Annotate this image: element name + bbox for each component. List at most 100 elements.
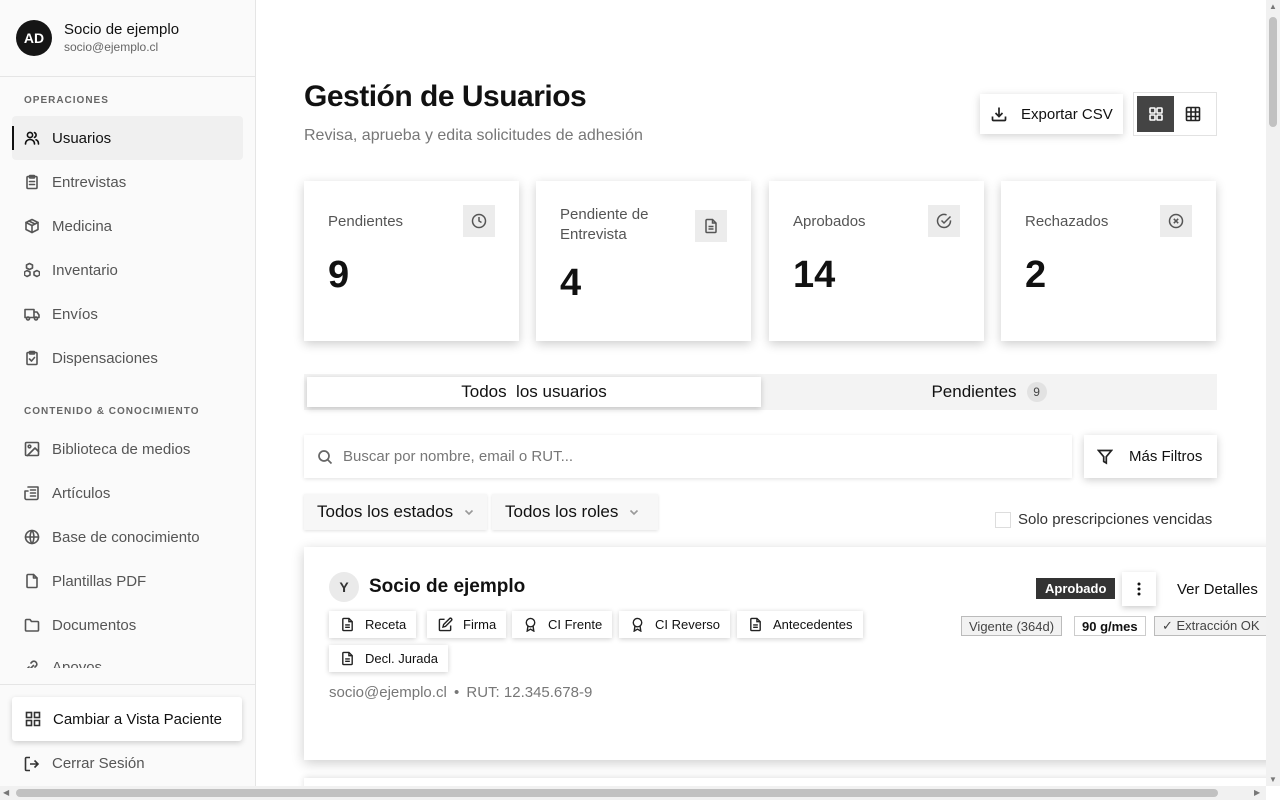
user-email: socio@ejemplo.cl: [329, 684, 447, 701]
status-select[interactable]: Todos los estados: [304, 494, 487, 530]
file-text-icon: [750, 617, 761, 632]
more-vertical-icon: [1137, 582, 1141, 596]
download-icon: [991, 107, 1007, 122]
sidebar-item-documentos[interactable]: Documentos: [12, 603, 243, 647]
role-select-value: Todos los roles: [505, 502, 619, 521]
sidebar-item-inventario[interactable]: Inventario: [12, 248, 243, 292]
tab-pending[interactable]: Pendientes 9: [764, 377, 1214, 407]
sidebar-item-dispensaciones[interactable]: Dispensaciones: [12, 336, 243, 380]
sidebar-item-articulos[interactable]: Artículos: [12, 471, 243, 515]
doc-chip-firma[interactable]: Firma: [427, 611, 507, 638]
switch-view-label: Cambiar a Vista Paciente: [53, 710, 222, 728]
user-tabs: Todos los usuarios Pendientes 9: [304, 374, 1217, 410]
globe-icon: [24, 529, 40, 545]
user-avatar: Y: [329, 572, 359, 602]
scroll-up-arrow-icon[interactable]: ▲: [1269, 2, 1277, 11]
page-subtitle: Revisa, aprueba y edita solicitudes de a…: [304, 127, 643, 144]
main-content: Gestión de Usuarios Revisa, aprueba y ed…: [256, 0, 1266, 786]
edit-icon: [438, 617, 453, 632]
users-icon: [24, 131, 40, 145]
expired-prescriptions-label: Solo prescripciones vencidas: [1018, 511, 1213, 528]
file-text-icon: [705, 218, 717, 234]
stat-label: Pendiente de Entrevista: [560, 206, 649, 243]
doc-chip-ci-reverso[interactable]: CI Reverso: [619, 611, 731, 638]
truck-icon: [24, 308, 40, 321]
profile-name: Socio de ejemplo: [64, 21, 180, 38]
stat-label: Rechazados: [1025, 213, 1109, 230]
boxes-icon: [24, 262, 40, 278]
grid-view-button[interactable]: [1137, 96, 1174, 132]
horizontal-scroll-thumb[interactable]: [16, 789, 1218, 797]
sidebar-item-label: Base de conocimiento: [52, 528, 200, 546]
sidebar-item-apoyos[interactable]: Apoyos: [12, 647, 243, 668]
tab-pending-label: Pendientes: [931, 382, 1017, 401]
logout-label: Cerrar Sesión: [52, 755, 145, 772]
doc-chip-receta[interactable]: Receta: [329, 611, 417, 638]
expired-prescriptions-filter[interactable]: Solo prescripciones vencidas: [995, 511, 1212, 528]
view-details-button[interactable]: Ver Detalles: [1177, 581, 1258, 598]
meta-separator: •: [453, 684, 460, 701]
doc-chip-label: Receta: [365, 617, 407, 632]
table-view-button[interactable]: [1174, 96, 1211, 132]
sidebar-item-label: Plantillas PDF: [52, 572, 147, 590]
sidebar-item-envios[interactable]: Envíos: [12, 292, 243, 336]
logout-button[interactable]: Cerrar Sesión: [24, 755, 145, 772]
stat-card-pendientes: Pendientes 9: [304, 181, 519, 341]
expired-prescriptions-checkbox[interactable]: [995, 511, 1011, 528]
more-filters-label: Más Filtros: [1129, 448, 1203, 465]
more-filters-button[interactable]: Más Filtros: [1084, 435, 1217, 478]
doc-chip-antecedentes[interactable]: Antecedentes: [737, 611, 863, 638]
vertical-scrollbar[interactable]: ▲ ▼: [1266, 0, 1280, 786]
sidebar-item-label: Usuarios: [52, 129, 112, 147]
section-title-operations: OPERACIONES: [24, 95, 109, 106]
sidebar-item-plantillas[interactable]: Plantillas PDF: [12, 559, 243, 603]
monthly-quota-badge: 90 g/mes: [1074, 616, 1146, 636]
sidebar-item-medicina[interactable]: Medicina: [12, 204, 243, 248]
sidebar: AD Socio de ejemplo socio@ejemplo.cl OPE…: [0, 0, 256, 786]
sidebar-item-usuarios[interactable]: Usuarios: [12, 116, 243, 160]
vertical-scroll-thumb[interactable]: [1269, 17, 1277, 127]
user-name: Socio de ejemplo: [369, 576, 526, 597]
doc-chip-label: CI Reverso: [655, 617, 721, 632]
sidebar-item-label: Entrevistas: [52, 173, 127, 191]
sidebar-item-label: Apoyos: [52, 659, 103, 668]
avatar: AD: [16, 20, 52, 56]
check-circle-icon: [936, 213, 952, 229]
switch-view-button[interactable]: Cambiar a Vista Paciente: [12, 697, 242, 741]
chevron-down-icon: [630, 509, 639, 516]
sidebar-item-label: Dispensaciones: [52, 349, 158, 367]
stat-card-rechazados: Rechazados 2: [1001, 181, 1216, 341]
stat-value: 2: [1025, 254, 1047, 296]
role-select[interactable]: Todos los roles: [492, 494, 658, 530]
doc-chip-label: Antecedentes: [773, 617, 853, 632]
file-text-icon: [342, 617, 353, 632]
clipboard-icon: [26, 174, 38, 190]
sidebar-footer: Cambiar a Vista Paciente Cerrar Sesión: [0, 684, 255, 786]
tab-all-users[interactable]: Todos los usuarios: [307, 377, 761, 407]
scroll-left-arrow-icon[interactable]: ◀: [3, 788, 9, 797]
user-rut: RUT: 12.345.678-9: [466, 684, 593, 701]
more-options-button[interactable]: [1122, 572, 1156, 606]
sidebar-item-label: Documentos: [52, 616, 137, 634]
search-input[interactable]: [343, 448, 1043, 465]
scroll-right-arrow-icon[interactable]: ▶: [1254, 788, 1260, 797]
horizontal-scrollbar[interactable]: ◀ ▶: [0, 786, 1266, 800]
page-title: Gestión de Usuarios: [304, 80, 587, 113]
profile-info: Socio de ejemplo socio@ejemplo.cl: [64, 21, 179, 55]
stat-value: 14: [793, 254, 836, 296]
export-csv-button[interactable]: Exportar CSV: [980, 94, 1123, 134]
package-icon: [25, 218, 39, 234]
profile-header[interactable]: AD Socio de ejemplo socio@ejemplo.cl: [0, 0, 255, 77]
sidebar-item-base-conocimiento[interactable]: Base de conocimiento: [12, 515, 243, 559]
scroll-down-arrow-icon[interactable]: ▼: [1269, 775, 1277, 784]
search-bar: [304, 435, 1072, 478]
sidebar-item-biblioteca[interactable]: Biblioteca de medios: [12, 427, 243, 471]
profile-email: socio@ejemplo.cl: [64, 40, 159, 54]
sidebar-item-label: Artículos: [52, 484, 111, 502]
grid-icon: [25, 711, 41, 727]
doc-chip-decl-jurada[interactable]: Decl. Jurada: [329, 645, 448, 672]
sidebar-item-label: Medicina: [52, 217, 113, 235]
sidebar-item-entrevistas[interactable]: Entrevistas: [12, 160, 243, 204]
newspaper-icon: [24, 486, 39, 501]
doc-chip-ci-frente[interactable]: CI Frente: [512, 611, 613, 638]
